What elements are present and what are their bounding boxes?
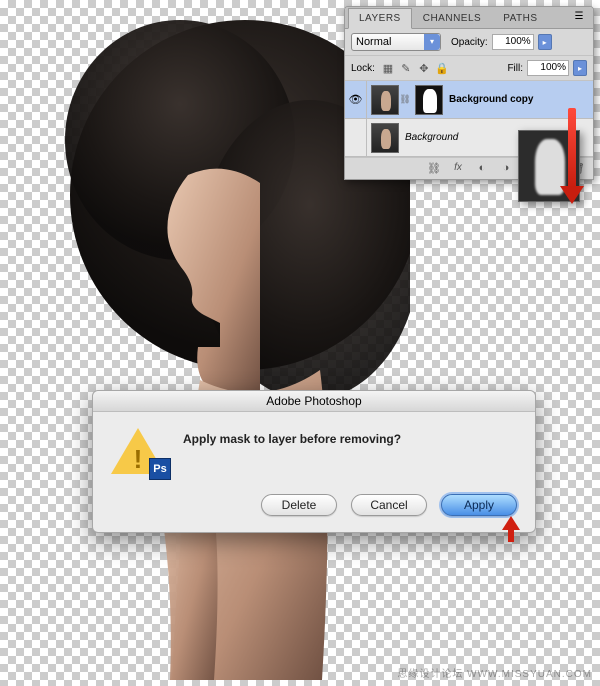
blend-opacity-row: Normal ▾ Opacity: 100% ▸ — [345, 29, 593, 56]
lock-label: Lock: — [351, 63, 375, 74]
opacity-popup-icon[interactable]: ▸ — [538, 34, 552, 50]
annotation-arrow-up — [503, 516, 519, 542]
link-layers-icon[interactable]: ⛓ — [427, 162, 441, 175]
fill-popup-icon[interactable]: ▸ — [573, 60, 587, 76]
layer-row-background-copy[interactable]: 👁 ⛓ Background copy — [345, 81, 593, 119]
eye-icon: 👁 — [349, 93, 363, 106]
opacity-field[interactable]: 100% — [492, 34, 534, 50]
fill-label: Fill: — [507, 63, 523, 74]
lock-pixels-icon[interactable]: ✎ — [399, 61, 413, 75]
opacity-label: Opacity: — [451, 37, 488, 48]
delete-button[interactable]: Delete — [261, 494, 337, 516]
blend-mode-select[interactable]: Normal ▾ — [351, 33, 441, 51]
mask-drag-ghost — [518, 130, 580, 202]
fx-icon[interactable]: fx — [451, 162, 465, 175]
ps-badge-icon: Ps — [149, 458, 171, 480]
cancel-button[interactable]: Cancel — [351, 494, 427, 516]
dialog-message: Apply mask to layer before removing? — [183, 428, 401, 446]
lock-position-icon[interactable]: ✥ — [417, 61, 431, 75]
adjustment-icon[interactable]: ◑ — [499, 162, 513, 175]
mask-thumbnail[interactable] — [415, 85, 443, 115]
layer-name-label: Background — [405, 132, 458, 143]
apply-mask-dialog: Adobe Photoshop ! Ps Apply mask to layer… — [92, 390, 536, 533]
blend-mode-value: Normal — [356, 36, 391, 48]
tab-channels[interactable]: CHANNELS — [412, 8, 492, 29]
panel-menu-icon[interactable]: ☰ — [569, 7, 590, 28]
lock-transparency-icon[interactable]: ▦ — [381, 61, 395, 75]
dropdown-arrow-icon: ▾ — [424, 34, 440, 50]
visibility-toggle[interactable] — [345, 119, 367, 156]
panel-tabs: LAYERS CHANNELS PATHS ☰ — [345, 7, 593, 29]
visibility-toggle[interactable]: 👁 — [345, 81, 367, 118]
add-mask-icon[interactable]: ◐ — [475, 162, 489, 175]
lock-fill-row: Lock: ▦ ✎ ✥ 🔒 Fill: 100% ▸ — [345, 56, 593, 81]
layer-name-label: Background copy — [449, 94, 533, 105]
layer-thumbnail[interactable] — [371, 123, 399, 153]
warning-icon: ! Ps — [111, 428, 167, 478]
watermark-text: 思缘设计论坛 WWW.MISSYUAN.COM — [397, 665, 592, 680]
lock-all-icon[interactable]: 🔒 — [435, 61, 449, 75]
mask-link-icon[interactable]: ⛓ — [399, 85, 411, 115]
tab-layers[interactable]: LAYERS — [348, 8, 412, 29]
apply-button[interactable]: Apply — [441, 494, 517, 516]
layer-thumbnail[interactable] — [371, 85, 399, 115]
tab-paths[interactable]: PATHS — [492, 8, 548, 29]
dialog-title: Adobe Photoshop — [93, 391, 535, 412]
fill-field[interactable]: 100% — [527, 60, 569, 76]
